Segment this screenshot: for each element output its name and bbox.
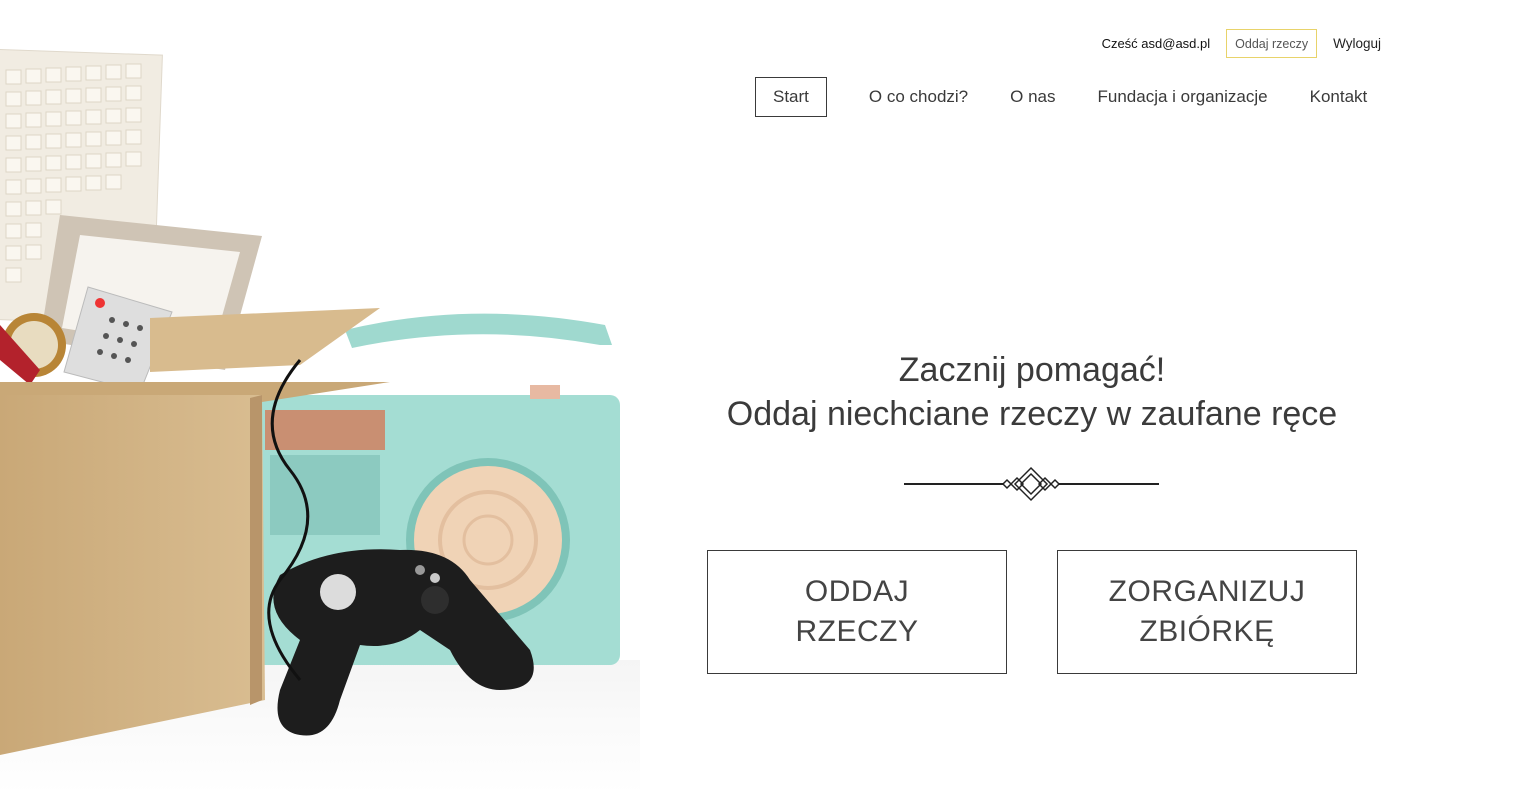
decoration-ornament-icon bbox=[904, 466, 1159, 502]
hero-title-line1: Zacznij pomagać! bbox=[898, 351, 1166, 389]
organize-collection-cta-button[interactable]: ZORGANIZUJ ZBIÓRKĘ bbox=[1057, 550, 1357, 674]
organize-collection-cta-label: ZORGANIZUJ ZBIÓRKĘ bbox=[1108, 575, 1306, 648]
user-greeting: Cześć asd@asd.pl bbox=[1101, 36, 1211, 51]
give-things-cta-label: ODDAJ RZECZY bbox=[795, 575, 919, 648]
hero-illustration bbox=[0, 48, 640, 793]
give-things-cta-button[interactable]: ODDAJ RZECZY bbox=[707, 550, 1007, 674]
landing-page: Cześć asd@asd.pl Oddaj rzeczy Wyloguj St… bbox=[0, 0, 1521, 793]
account-bar: Cześć asd@asd.pl Oddaj rzeczy Wyloguj bbox=[1102, 29, 1381, 58]
nav-item-contact[interactable]: Kontakt bbox=[1310, 77, 1368, 117]
main-navigation: Start O co chodzi? O nas Fundacja i orga… bbox=[755, 77, 1367, 117]
hero-title-line2: Oddaj niechciane rzeczy w zaufane ręce bbox=[726, 395, 1338, 433]
nav-item-start[interactable]: Start bbox=[755, 77, 827, 117]
nav-item-about-us[interactable]: O nas bbox=[1010, 77, 1055, 117]
logout-link[interactable]: Wyloguj bbox=[1333, 36, 1381, 51]
nav-item-how-it-works[interactable]: O co chodzi? bbox=[869, 77, 968, 117]
nav-item-foundations[interactable]: Fundacja i organizacje bbox=[1098, 77, 1268, 117]
give-things-button[interactable]: Oddaj rzeczy bbox=[1226, 29, 1318, 58]
hero-headline: Zacznij pomagać! Oddaj niechciane rzeczy… bbox=[706, 348, 1358, 436]
